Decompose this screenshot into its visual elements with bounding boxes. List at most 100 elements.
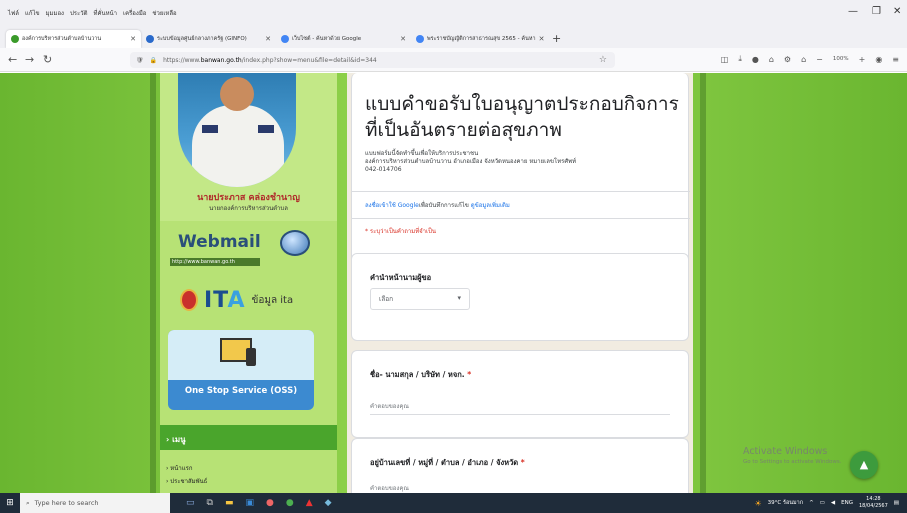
url-bar[interactable]: 🛡 🔒 https://www.banwan.go.th/index.php?s… [130, 52, 615, 68]
volume-icon[interactable]: ◀ [831, 500, 835, 506]
required-note: * ระบุว่าเป็นคำถามที่จำเป็น [365, 228, 437, 235]
system-tray: ☀ 39°C ร้อนมาก ^ ▭ ◀ ENG 14:28 18/04/256… [754, 496, 907, 510]
close-tab-icon[interactable]: ✕ [400, 35, 406, 43]
webmail-title: Webmail [178, 232, 261, 252]
google-icon [281, 35, 289, 43]
ita-label: ข้อมูล ita [251, 294, 294, 306]
name-input[interactable]: คำตอบของคุณ [370, 401, 670, 415]
shield-icon: 🛡 [136, 56, 144, 64]
oss-banner[interactable]: One Stop Service (OSS) [168, 330, 314, 410]
menu-edit[interactable]: แก้ไข [25, 8, 40, 18]
menu-items: ไฟล์ แก้ไข มุมมอง ประวัติ ที่คั่นหน้า เค… [8, 8, 177, 18]
menu-view[interactable]: มุมมอง [46, 8, 64, 18]
hamburger-menu-icon[interactable]: ≡ [892, 55, 899, 64]
home-icon[interactable]: ⌂ [801, 55, 806, 64]
question-label: คำนำหน้านามผู้ขอ [370, 273, 432, 282]
language-indicator[interactable]: ENG [841, 500, 853, 506]
webmail-banner[interactable]: Webmail http://www.banwan.go.th [168, 228, 310, 268]
emblem-icon [180, 289, 198, 311]
signin-notice: ลงชื่อเข้าใช้ Googleเพื่อบันทึกการแก้ไข … [365, 202, 510, 209]
settings-icon[interactable]: ⚙ [784, 55, 791, 64]
plus-icon[interactable]: + [546, 32, 567, 48]
ita-banner[interactable]: ITA ข้อมูล ita [180, 285, 320, 315]
left-sidebar: นายประภาส คล่องชำนาญ นายกองค์การบริหารส่… [160, 73, 337, 493]
decorative-stripe [150, 73, 156, 493]
tab-google-act[interactable]: พระราชบัญญัติการสาธารณสุข 2565 - ค้นหา ✕ [411, 30, 546, 48]
executive-name: นายประภาส คล่องชำนาญ [197, 193, 300, 203]
menu-tools[interactable]: เครื่องมือ [123, 8, 146, 18]
chevron-up-icon[interactable]: ^ [809, 500, 814, 506]
scroll-to-top-icon[interactable]: ▲ [850, 451, 878, 479]
executive-profile: นายประภาส คล่องชำนาญ นายกองค์การบริหารส่… [160, 73, 337, 221]
tab-label: องค์การบริหารส่วนตำบลบ้านวาน [22, 36, 102, 42]
chrome-icon[interactable]: ● [286, 498, 294, 508]
network-icon[interactable]: ▭ [820, 500, 825, 506]
profile-icon[interactable]: ◉ [875, 55, 882, 64]
weather-icon: ☀ [754, 498, 762, 508]
close-tab-icon[interactable]: ✕ [265, 35, 271, 43]
zoom-in-icon[interactable]: + [859, 55, 866, 64]
close-tab-icon[interactable]: ✕ [130, 35, 136, 43]
favicon-icon [11, 35, 19, 43]
zoom-level[interactable]: 100% [833, 56, 849, 62]
dropdown-caret-icon: ▾ [457, 294, 461, 302]
search-icon: ⌕ [26, 498, 30, 507]
tab-label: พระราชบัญญัติการสาธารณสุข 2565 - ค้นหา [427, 36, 536, 42]
extensions-icon[interactable]: ⌂ [769, 55, 774, 64]
close-tab-icon[interactable]: ✕ [539, 35, 545, 43]
oss-label: One Stop Service (OSS) [184, 386, 298, 396]
restore-icon[interactable]: ❐ [872, 6, 881, 17]
bookmark-star-icon[interactable]: ☆ [599, 55, 607, 65]
zoom-out-icon[interactable]: − [816, 55, 823, 64]
minimize-icon[interactable]: — [848, 6, 858, 17]
question-card-prefix: คำนำหน้านามผู้ขอ เลือก ▾ [351, 253, 689, 341]
tab-google-search[interactable]: เว็บไซต์ - ค้นหาด้วย Google ✕ [276, 30, 411, 48]
menu-help[interactable]: ช่วยเหลือ [152, 8, 176, 18]
firefox-icon[interactable]: ● [266, 498, 274, 508]
download-icon[interactable]: ⤓ [738, 54, 742, 64]
file-explorer-icon[interactable]: ▬ [225, 498, 234, 508]
app-icon[interactable]: ◆ [325, 498, 332, 508]
learn-more-link[interactable]: ดูข้อมูลเพิ่มเติม [471, 202, 510, 209]
windows-start-icon[interactable]: ⊞ [0, 493, 20, 513]
tab-label: เว็บไซต์ - ค้นหาด้วย Google [292, 36, 362, 42]
signin-link[interactable]: ลงชื่อเข้าใช้ Google [365, 202, 419, 209]
pocket-icon[interactable]: ◫ [721, 55, 729, 64]
dropdown-value: เลือก [379, 295, 394, 303]
windows-taskbar: ⊞ ⌕ Type here to search ▭ ⧉ ▬ ▣ ● ● ▲ ◆ … [0, 493, 907, 513]
forward-icon[interactable]: → [25, 53, 34, 66]
reload-icon[interactable]: ↻ [43, 53, 52, 66]
divider [352, 191, 690, 192]
weather-text[interactable]: 39°C ร้อนมาก [768, 499, 803, 507]
store-icon[interactable]: ▣ [245, 498, 254, 508]
task-switch-icon[interactable]: ⧉ [207, 498, 213, 508]
menu-file[interactable]: ไฟล์ [8, 8, 19, 18]
menu-item-news[interactable]: › ประชาสัมพันธ์ [166, 476, 207, 486]
portrait-uniform [192, 105, 284, 187]
pdf-icon[interactable]: ▲ [306, 498, 313, 508]
tab-banwan[interactable]: องค์การบริหารส่วนตำบลบ้านวาน ✕ [6, 30, 141, 48]
prefix-dropdown[interactable]: เลือก ▾ [370, 288, 470, 310]
close-window-icon[interactable]: ✕ [893, 6, 901, 17]
question-label: อยู่บ้านเลขที่ / หมู่ที่ / ตำบล / อำเภอ … [370, 458, 525, 467]
menu-history[interactable]: ประวัติ [70, 8, 88, 18]
notification-icon[interactable]: ▤ [894, 500, 899, 506]
ita-logo: ITA [204, 287, 246, 313]
executive-title: นายกองค์การบริหารส่วนตำบล [209, 205, 288, 212]
menu-header: › เมนู [160, 425, 337, 450]
webmail-url: http://www.banwan.go.th [170, 258, 260, 266]
question-label: ชื่อ- นามสกุล / บริษัท / หจก. * [370, 370, 472, 379]
tab-ginfo[interactable]: ระบบข้อมูลศูนย์กลางภาครัฐ (GINFO) ✕ [141, 30, 276, 48]
favicon-icon [146, 35, 154, 43]
form-header-card: แบบคำขอรับใบอนุญาตประกอบกิจการที่เป็นอัน… [351, 73, 690, 269]
menu-item-home[interactable]: › หน้าแรก [166, 463, 192, 473]
url-text: https://www.banwan.go.th/index.php?show=… [163, 56, 377, 64]
menu-bookmarks[interactable]: ที่คั่นหน้า [94, 8, 118, 18]
account-icon[interactable]: ● [752, 55, 759, 64]
form-title: แบบคำขอรับใบอนุญาตประกอบกิจการที่เป็นอัน… [365, 93, 679, 141]
taskbar-search[interactable]: ⌕ Type here to search [20, 493, 170, 513]
back-icon[interactable]: ← [8, 53, 17, 66]
task-view-icon[interactable]: ▭ [186, 498, 195, 508]
clock[interactable]: 14:28 18/04/2567 [859, 496, 888, 510]
decorative-stripe [700, 73, 706, 493]
